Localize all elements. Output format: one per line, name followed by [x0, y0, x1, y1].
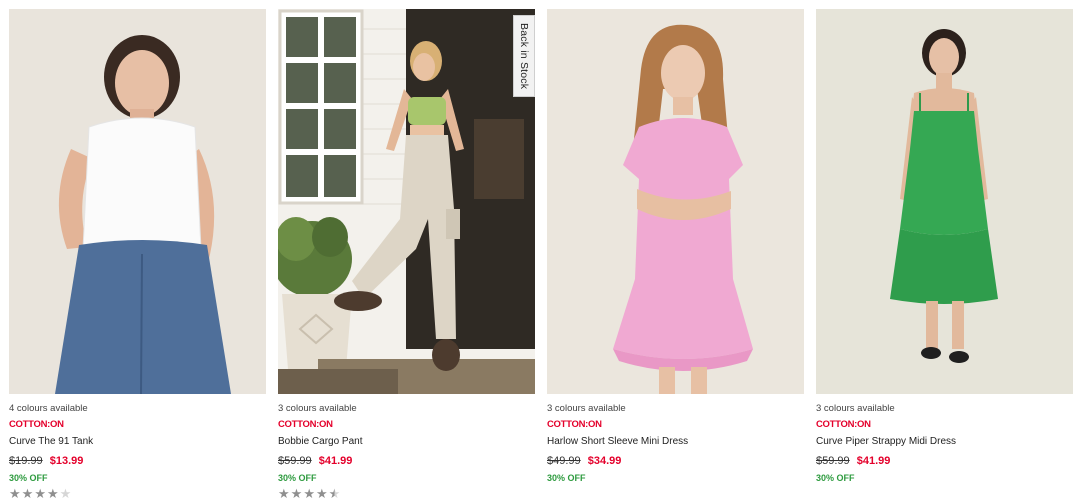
- product-photo-cargo-pant: [278, 9, 535, 394]
- product-name[interactable]: Harlow Short Sleeve Mini Dress: [547, 435, 804, 449]
- product-image[interactable]: [816, 9, 1073, 394]
- product-card[interactable]: 4 colours available COTTON:ON Curve The …: [9, 9, 266, 501]
- star-icon: ★: [9, 486, 21, 501]
- badge-label: Back in Stock: [518, 22, 530, 90]
- original-price: $59.99: [278, 455, 312, 467]
- star-icon: ★: [46, 486, 59, 501]
- star-icon: ★: [315, 486, 328, 501]
- discount-label: 30% OFF: [816, 473, 855, 483]
- brand-label: COTTON:ON: [278, 419, 333, 430]
- discount-label: 30% OFF: [278, 473, 317, 483]
- colours-available: 3 colours available: [547, 403, 626, 414]
- sale-price: $13.99: [49, 455, 84, 467]
- discount-label: 30% OFF: [547, 473, 586, 483]
- discount-label: 30% OFF: [9, 473, 48, 483]
- star-icon: ★: [303, 486, 315, 501]
- sale-price: $34.99: [587, 455, 622, 467]
- colours-available: 3 colours available: [278, 403, 357, 414]
- original-price: $59.99: [816, 455, 850, 467]
- star-icon: ★: [278, 486, 290, 501]
- product-grid: 4 colours available COTTON:ON Curve The …: [9, 9, 1073, 501]
- back-in-stock-badge: Back in Stock: [513, 15, 535, 97]
- colours-available: 3 colours available: [816, 403, 895, 414]
- sale-price: $41.99: [318, 455, 353, 467]
- price-row: $19.99 $13.99: [9, 453, 266, 469]
- sale-price: $41.99: [856, 455, 891, 467]
- original-price: $49.99: [547, 455, 581, 467]
- star-icon: ★: [34, 486, 46, 501]
- star-rating: ★ ★ ★ ★ ★: [278, 487, 535, 501]
- product-card[interactable]: 3 colours available COTTON:ON Curve Pipe…: [816, 9, 1073, 501]
- colours-available: 4 colours available: [9, 403, 88, 414]
- product-photo-tank: [9, 9, 266, 394]
- product-name[interactable]: Bobbie Cargo Pant: [278, 435, 535, 449]
- product-card[interactable]: Back in Stock 3 colours available COTTON…: [278, 9, 535, 501]
- original-price: $19.99: [9, 455, 43, 467]
- product-card[interactable]: 3 colours available COTTON:ON Harlow Sho…: [547, 9, 804, 501]
- brand-label: COTTON:ON: [9, 419, 64, 430]
- price-row: $59.99 $41.99: [278, 453, 535, 469]
- product-photo-green-dress: [816, 9, 1073, 394]
- product-image[interactable]: [9, 9, 266, 394]
- brand-label: COTTON:ON: [816, 419, 871, 430]
- star-rating: ★ ★ ★ ★ ★: [9, 487, 266, 501]
- star-icon: ★: [59, 486, 72, 501]
- product-name[interactable]: Curve The 91 Tank: [9, 435, 266, 449]
- price-row: $59.99 $41.99: [816, 453, 1073, 469]
- brand-label: COTTON:ON: [547, 419, 602, 430]
- star-icon: ★: [290, 486, 303, 501]
- star-icon: ★: [21, 486, 34, 501]
- product-image[interactable]: Back in Stock: [278, 9, 535, 394]
- star-half-icon: ★: [328, 486, 341, 501]
- product-name[interactable]: Curve Piper Strappy Midi Dress: [816, 435, 1073, 449]
- price-row: $49.99 $34.99: [547, 453, 804, 469]
- product-image[interactable]: [547, 9, 804, 394]
- product-photo-pink-dress: [547, 9, 804, 394]
